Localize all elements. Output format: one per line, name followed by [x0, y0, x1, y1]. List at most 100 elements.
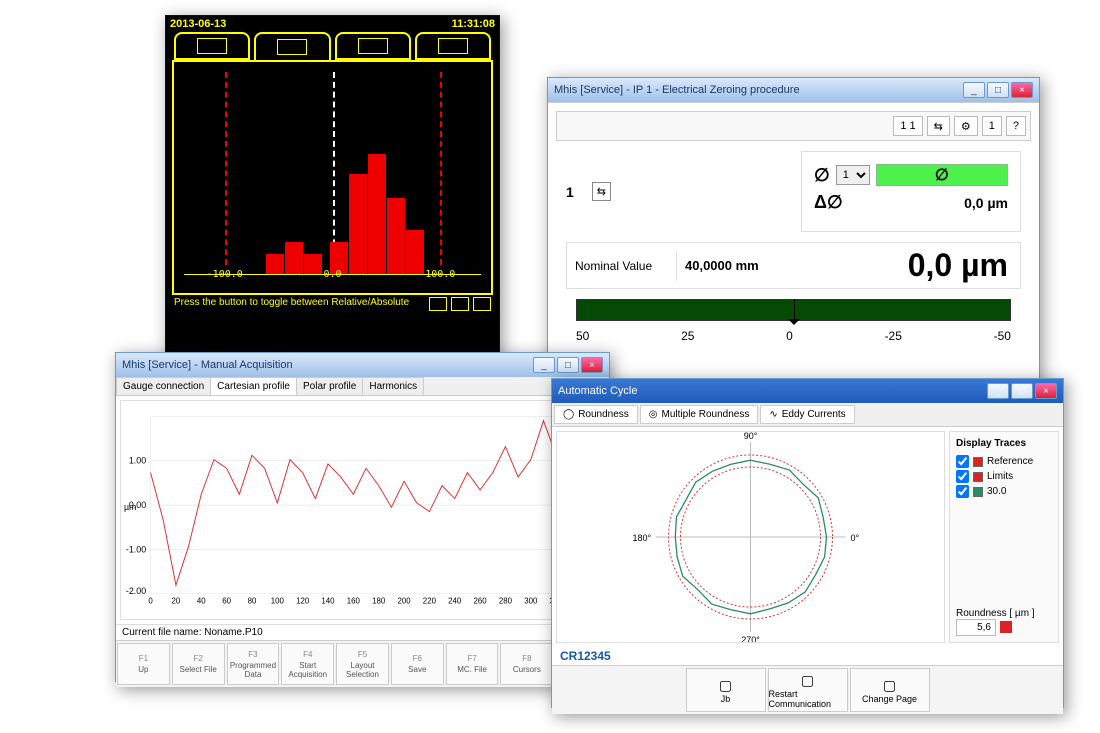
delta-icon: Δ∅ [814, 192, 843, 213]
current-file-value: Noname.P10 [204, 627, 262, 638]
minimize-button[interactable]: _ [533, 357, 555, 373]
acquisition-window: Mhis [Service] - Manual Acquisition _ □ … [115, 352, 610, 682]
auto-button[interactable]: ▢Change Page [850, 668, 930, 712]
autocycle-tabs: ◯Roundness ◎Multiple Roundness ∿Eddy Cur… [552, 403, 1063, 427]
circles-icon: ◎ [649, 409, 658, 420]
svg-text:120: 120 [296, 597, 310, 606]
channel-label: 1 [566, 184, 574, 200]
legend-item[interactable]: 30.0 [956, 485, 1052, 498]
terminal-tab-2[interactable] [254, 32, 330, 60]
svg-text:1.00: 1.00 [129, 456, 146, 466]
svg-text:90°: 90° [744, 432, 758, 441]
connector-icon: ⇆ [592, 182, 611, 201]
svg-text:40: 40 [197, 597, 206, 606]
terminal-tab-1[interactable] [174, 32, 250, 60]
tab-cartesian[interactable]: Cartesian profile [210, 377, 297, 395]
svg-text:160: 160 [347, 597, 361, 606]
fn-button-F7[interactable]: F7MC. File [446, 643, 499, 685]
window-title: Mhis [Service] - IP 1 - Electrical Zeroi… [554, 84, 800, 96]
fn-button-F4[interactable]: F4Start Acquisition [281, 643, 334, 685]
delta-reading: 0,0 µm [964, 195, 1008, 211]
svg-text:200: 200 [397, 597, 411, 606]
maximize-button[interactable]: □ [557, 357, 579, 373]
zeroing-titlebar[interactable]: Mhis [Service] - IP 1 - Electrical Zeroi… [548, 78, 1039, 102]
tab-multiple[interactable]: ◎Multiple Roundness [640, 405, 759, 424]
svg-text:260: 260 [474, 597, 488, 606]
nominal-value: 40,0000 mm [677, 250, 787, 281]
x-tick: 0.0 [323, 269, 341, 280]
svg-text:µm: µm [124, 502, 136, 512]
svg-text:80: 80 [248, 597, 257, 606]
cartesian-chart: 1.00 0.00 -1.00 -2.00 µm 020406080100120… [120, 400, 605, 620]
legend-checkbox[interactable] [956, 455, 969, 468]
legend-checkbox[interactable] [956, 470, 969, 483]
svg-text:-1.00: -1.00 [126, 544, 146, 554]
help-button[interactable]: ? [1006, 116, 1026, 136]
chart-icon [438, 38, 468, 54]
maximize-button[interactable]: □ [1011, 383, 1033, 399]
svg-text:0: 0 [148, 597, 153, 606]
close-button[interactable]: × [1011, 82, 1033, 98]
tab-gauge[interactable]: Gauge connection [116, 377, 211, 395]
legend-item[interactable]: Reference [956, 455, 1052, 468]
zero-button[interactable]: ∅ [876, 164, 1008, 186]
traces-panel: Display Traces ReferenceLimits30.0 Round… [949, 431, 1059, 643]
autocycle-titlebar[interactable]: Automatic Cycle _ □ × [552, 379, 1063, 403]
fn-button-F6[interactable]: F6Save [391, 643, 444, 685]
x-tick: -100.0 [207, 269, 243, 280]
fn-button-F2[interactable]: F2Select File [172, 643, 225, 685]
fn-button-F1[interactable]: F1Up [117, 643, 170, 685]
config-button[interactable]: ⚙ [954, 116, 978, 136]
tab-harmonics[interactable]: Harmonics [362, 377, 424, 395]
svg-text:270°: 270° [741, 635, 760, 642]
acquisition-titlebar[interactable]: Mhis [Service] - Manual Acquisition _ □ … [116, 353, 609, 377]
fn-button-F8[interactable]: F8Cursors [500, 643, 553, 685]
scale-bar [576, 299, 1011, 321]
terminal-date: 2013-06-13 [170, 18, 226, 30]
minimize-button[interactable]: _ [963, 82, 985, 98]
fn-button-F5[interactable]: F5Layout Selection [336, 643, 389, 685]
num-button[interactable]: 1 [982, 116, 1002, 136]
close-button[interactable]: × [581, 357, 603, 373]
terminal-tab-4[interactable] [415, 32, 491, 60]
svg-text:140: 140 [321, 597, 335, 606]
terminal-footer-text: Press the button to toggle between Relat… [174, 297, 409, 311]
nominal-label: Nominal Value [567, 251, 677, 281]
x-tick: 100.0 [425, 269, 455, 280]
svg-text:240: 240 [448, 597, 462, 606]
minimize-button[interactable]: _ [987, 383, 1009, 399]
link-button[interactable]: ⇆ [927, 116, 950, 136]
window-title: Mhis [Service] - Manual Acquisition [122, 359, 293, 371]
tab-polar[interactable]: Polar profile [296, 377, 363, 395]
list-icon [277, 39, 307, 55]
circle-icon: ◯ [563, 409, 574, 420]
autocycle-buttons: ▢Jb▢Restart Communication▢Change Page [552, 665, 1063, 714]
status-square [1000, 621, 1012, 633]
terminal-tab-3[interactable] [335, 32, 411, 60]
legend-checkbox[interactable] [956, 485, 969, 498]
legend-item[interactable]: Limits [956, 470, 1052, 483]
zeroing-toolbar: 1 1 ⇆ ⚙ 1 ? [556, 111, 1031, 141]
wave-icon: ∿ [769, 409, 777, 420]
acquisition-buttons: F1UpF2Select FileF3Programmed DataF4Star… [116, 640, 609, 687]
svg-text:0°: 0° [851, 533, 860, 543]
auto-button[interactable]: ▢Restart Communication [768, 668, 848, 712]
main-reading: 0,0 µm [787, 243, 1020, 288]
zero-button-icon: ∅ [935, 165, 949, 185]
auto-button[interactable]: ▢Jb [686, 668, 766, 712]
maximize-button[interactable]: □ [987, 82, 1009, 98]
zeroing-window: Mhis [Service] - IP 1 - Electrical Zeroi… [547, 77, 1040, 407]
terminal-time: 11:31:08 [452, 18, 495, 30]
svg-text:60: 60 [222, 597, 231, 606]
scale-ticks: 50 25 0 -25 -50 [576, 329, 1011, 343]
channel-select[interactable]: 1 [836, 165, 870, 185]
close-button[interactable]: × [1035, 383, 1057, 399]
tab-roundness[interactable]: ◯Roundness [554, 405, 638, 424]
terminal-histogram: -100.0 0.0 100.0 [172, 60, 493, 295]
cycle-message: CR12345 [552, 647, 1063, 665]
svg-text:180: 180 [372, 597, 386, 606]
fn-button-F3[interactable]: F3Programmed Data [227, 643, 280, 685]
tab-eddy[interactable]: ∿Eddy Currents [760, 405, 854, 424]
scale-tick: 50 [576, 329, 589, 343]
scale-tick: -50 [994, 329, 1011, 343]
